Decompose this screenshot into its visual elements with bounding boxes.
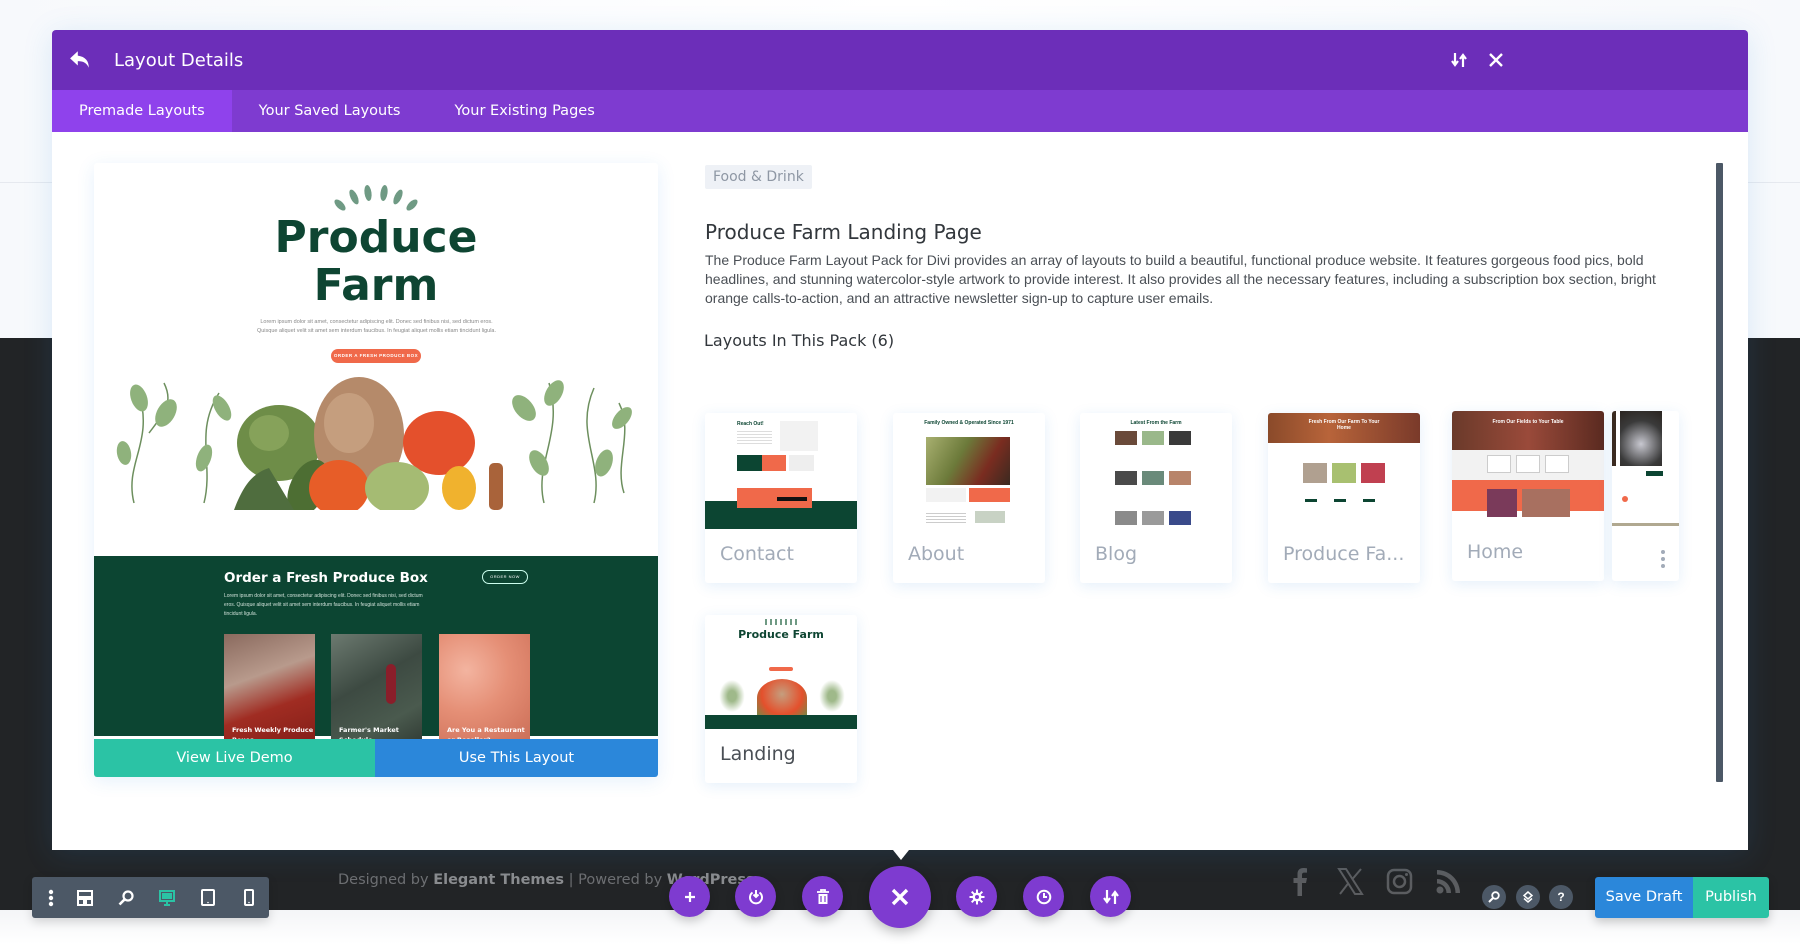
history-button[interactable] [1023,876,1064,917]
layout-name: About [908,543,965,565]
footer-designed-by: Designed by [338,872,429,888]
preview-photo-card: Farmer's Market Schedule [331,634,422,755]
trash-icon [816,888,829,904]
preview-photo-card: Are You a Restaurant or Reseller? [439,634,530,755]
preview-cta-button: ORDER A FRESH PRODUCE BOX [331,349,421,363]
sort-arrows-icon [1102,889,1119,904]
instagram-icon[interactable] [1386,868,1413,895]
preview-section-text: Lorem ipsum dolor sit amet, consectetur … [224,593,423,617]
footer-separator: | [568,872,574,888]
use-this-layout-button[interactable]: Use This Layout [375,739,658,777]
layout-card-contact[interactable]: Reach Out! Contact [705,413,857,583]
layout-name: Contact [720,543,794,565]
tablet-view-button[interactable] [187,877,228,918]
preview-section-title: Order a Fresh Produce Box [224,570,428,586]
layout-thumbnail: Latest From the Farm [1080,413,1232,529]
layout-card-blog[interactable]: Latest From the Farm Blog [1080,413,1232,583]
pack-title: Produce Farm Landing Page [705,220,982,244]
category-tag[interactable]: Food & Drink [705,165,812,189]
help-button[interactable]: ? [1549,885,1573,909]
more-options-icon[interactable] [1661,550,1665,568]
page-settings-button[interactable] [956,876,997,917]
layout-thumbnail: From Our Fields to Your Table [1452,411,1604,527]
wireframe-icon [76,889,93,906]
clear-layout-button[interactable] [802,876,843,917]
layout-card-about[interactable]: Family Owned & Operated Since 1971 About [893,413,1045,583]
footer-elegant-themes-link[interactable]: Elegant Themes [433,872,564,888]
phone-icon [243,889,254,906]
publish-button[interactable]: Publish [1693,877,1769,918]
view-live-demo-button[interactable]: View Live Demo [94,739,375,777]
layout-card-partial[interactable] [1612,411,1679,581]
tablet-icon [200,889,215,906]
layout-thumbnail: Fresh From Our Farm To Your Home [1268,413,1420,529]
content-scrollbar[interactable] [1716,163,1723,782]
portability-button[interactable] [1090,876,1131,917]
search-icon [1488,891,1500,903]
layout-thumbnail [1612,411,1679,527]
layout-name: Blog [1095,543,1137,565]
layout-card-landing[interactable]: Produce Farm Landing [705,615,857,783]
modal-tabs: Premade Layouts Your Saved Layouts Your … [52,90,1748,132]
modal-title: Layout Details [114,49,244,71]
layout-details-modal: Layout Details Premade Layouts Your Save… [52,30,1748,850]
save-actions: Save Draft Publish [1595,877,1769,918]
wireframe-view-button[interactable] [64,877,105,918]
facebook-icon[interactable] [1292,868,1308,896]
layout-card-produce-farm[interactable]: Fresh From Our Farm To Your Home Produce… [1268,413,1420,583]
vertical-dots-icon [48,889,54,906]
preview-actions: View Live Demo Use This Layout [94,739,658,777]
find-replace-button[interactable] [1482,885,1506,909]
view-mode-toolbar [32,877,269,918]
settings-menu-button[interactable] [38,877,64,918]
close-icon [1489,53,1503,67]
back-arrow-icon[interactable] [69,49,91,71]
close-modal-button[interactable] [1483,47,1509,73]
modal-header: Layout Details [52,30,1748,90]
rss-icon[interactable] [1436,868,1462,894]
close-builder-button[interactable] [869,866,931,928]
sprout-logo-icon [334,185,418,211]
add-module-button[interactable] [669,876,710,917]
desktop-view-button[interactable] [146,877,187,918]
layers-icon [1522,891,1534,903]
layout-card-home[interactable]: From Our Fields to Your Table Home [1452,411,1604,581]
zoom-view-button[interactable] [105,877,146,918]
preview-order-now-button: ORDER NOW [482,570,528,584]
modal-pointer [893,850,909,860]
x-twitter-icon[interactable] [1337,868,1364,895]
desktop-icon [158,889,175,906]
power-load-icon [748,889,763,904]
layout-name: Produce Fa... [1283,543,1405,565]
preview-title-line1: Produce [274,212,478,263]
footer-powered-by: Powered by [578,872,663,888]
layouts-heading: Layouts In This Pack (6) [704,331,895,350]
tab-saved-layouts[interactable]: Your Saved Layouts [232,90,428,132]
tab-premade-layouts[interactable]: Premade Layouts [52,90,232,132]
save-draft-button[interactable]: Save Draft [1595,877,1693,918]
zoom-icon [118,889,134,905]
sort-toggle-button[interactable] [1446,47,1472,73]
clock-icon [1036,889,1051,904]
layout-name: Landing [720,743,796,765]
layers-button[interactable] [1516,885,1540,909]
preview-title-line2: Farm [313,260,439,311]
pack-description: The Produce Farm Layout Pack for Divi pr… [705,252,1656,306]
preview-intro-text: Lorem ipsum dolor sit amet, consectetur … [256,319,497,334]
vegetables-illustration [116,377,632,510]
preview-order-section: Order a Fresh Produce Box ORDER NOW Lore… [94,556,658,755]
close-icon [891,888,909,906]
sort-arrows-icon [1451,53,1467,67]
phone-view-button[interactable] [228,877,269,918]
load-layout-button[interactable] [735,876,776,917]
plus-icon [684,891,695,902]
layout-thumbnail: Reach Out! [705,413,857,529]
layout-name: Home [1467,541,1524,563]
layout-thumbnail: Produce Farm [705,615,857,729]
layout-thumbnail: Family Owned & Operated Since 1971 [893,413,1045,529]
gear-icon [969,889,984,904]
tab-existing-pages[interactable]: Your Existing Pages [427,90,621,132]
layout-preview: Produce Farm Lorem ipsum dolor sit amet,… [94,163,658,777]
preview-photo-card: Fresh Weekly Produce Boxes [224,634,315,755]
